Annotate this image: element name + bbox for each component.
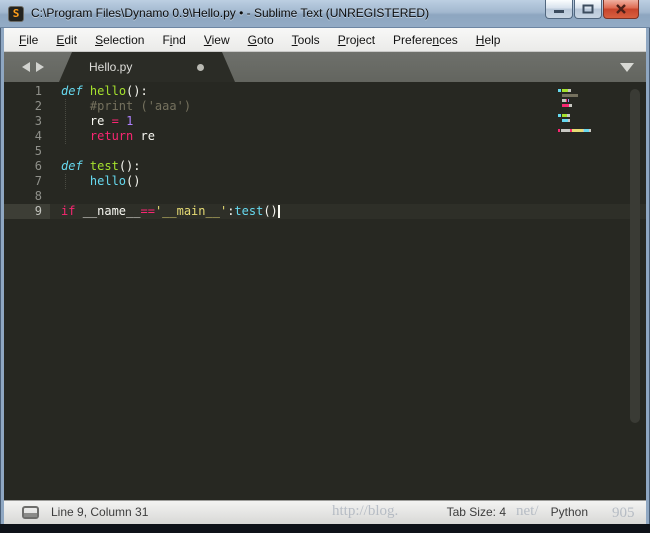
line-number: 1: [4, 84, 50, 99]
line-number: 2: [4, 99, 50, 114]
tab-scroll-right-icon[interactable]: [36, 62, 44, 72]
sublime-logo-icon: S: [8, 6, 24, 22]
line-content: def test():: [50, 159, 141, 174]
code-lines: 1def hello():2 #print ('aaa')3 re = 14 r…: [4, 84, 646, 219]
tab-bar: Hello.py: [4, 52, 646, 82]
code-line-4[interactable]: 4 return re: [4, 129, 646, 144]
code-line-8[interactable]: 8: [4, 189, 646, 204]
tab-size-indicator[interactable]: Tab Size: 4: [447, 505, 506, 519]
line-number: 6: [4, 159, 50, 174]
minimap-row: [558, 115, 598, 118]
menu-item-preferences[interactable]: Preferences: [384, 33, 467, 47]
line-content: [50, 189, 61, 204]
line-content: if __name__=='__main__':test(): [50, 204, 280, 219]
indent-guide: [65, 99, 66, 144]
panel-icon[interactable]: [22, 506, 39, 519]
code-line-9[interactable]: 9if __name__=='__main__':test(): [4, 204, 646, 219]
menu-item-find[interactable]: Find: [153, 33, 194, 47]
line-content: #print ('aaa'): [50, 99, 191, 114]
syntax-indicator[interactable]: Python: [551, 505, 588, 519]
minimap-row: [558, 100, 598, 103]
tab-scroll-left-icon[interactable]: [22, 62, 30, 72]
menu-bar: FileEditSelectionFindViewGotoToolsProjec…: [4, 28, 646, 52]
maximize-icon: [582, 4, 594, 14]
window-bottom-border: [0, 524, 650, 533]
code-line-5[interactable]: 5: [4, 144, 646, 159]
tab-label: Hello.py: [89, 52, 132, 82]
minimap-row: [558, 110, 598, 113]
title-bar[interactable]: S C:\Program Files\Dynamo 0.9\Hello.py •…: [0, 0, 650, 28]
sublime-text-window: S C:\Program Files\Dynamo 0.9\Hello.py •…: [0, 0, 650, 533]
code-line-1[interactable]: 1def hello():: [4, 84, 646, 99]
menu-item-selection[interactable]: Selection: [86, 33, 153, 47]
close-icon: [615, 4, 627, 14]
scrollbar[interactable]: [629, 85, 641, 495]
menu-item-view[interactable]: View: [195, 33, 239, 47]
code-line-3[interactable]: 3 re = 1: [4, 114, 646, 129]
editor-area[interactable]: 1def hello():2 #print ('aaa')3 re = 14 r…: [4, 82, 646, 500]
minimize-icon: [553, 4, 565, 14]
maximize-button[interactable]: [574, 0, 602, 19]
minimap[interactable]: [558, 85, 598, 130]
menu-item-project[interactable]: Project: [329, 33, 384, 47]
tab-hello-py[interactable]: Hello.py: [59, 52, 235, 82]
minimap-row: [558, 90, 598, 93]
line-content: re = 1: [50, 114, 133, 129]
line-number: 3: [4, 114, 50, 129]
scrollbar-thumb[interactable]: [630, 89, 640, 423]
code-line-6[interactable]: 6def test():: [4, 159, 646, 174]
menu-item-file[interactable]: File: [10, 33, 47, 47]
status-bar: Line 9, Column 31 Tab Size: 4 Python: [4, 500, 646, 524]
menu-item-help[interactable]: Help: [467, 33, 510, 47]
menu-item-goto[interactable]: Goto: [239, 33, 283, 47]
menu-item-tools[interactable]: Tools: [283, 33, 329, 47]
line-content: def hello():: [50, 84, 148, 99]
line-content: [50, 144, 61, 159]
line-content: hello(): [50, 174, 140, 189]
line-number: 9: [4, 204, 50, 219]
line-number: 5: [4, 144, 50, 159]
modified-dot-icon: [197, 64, 204, 71]
text-cursor: [278, 205, 280, 218]
menu-item-edit[interactable]: Edit: [47, 33, 86, 47]
minimap-row: [558, 95, 598, 98]
indent-guide: [65, 174, 66, 189]
minimize-button[interactable]: [545, 0, 573, 19]
cursor-position: Line 9, Column 31: [51, 505, 148, 519]
line-number: 7: [4, 174, 50, 189]
line-number: 4: [4, 129, 50, 144]
minimap-row: [558, 85, 598, 88]
tab-overflow-icon[interactable]: [620, 63, 634, 72]
minimap-row: [558, 125, 598, 128]
code-line-2[interactable]: 2 #print ('aaa'): [4, 99, 646, 114]
code-line-7[interactable]: 7 hello(): [4, 174, 646, 189]
line-number: 8: [4, 189, 50, 204]
window-title: C:\Program Files\Dynamo 0.9\Hello.py • -…: [31, 6, 429, 20]
close-button[interactable]: [603, 0, 639, 19]
